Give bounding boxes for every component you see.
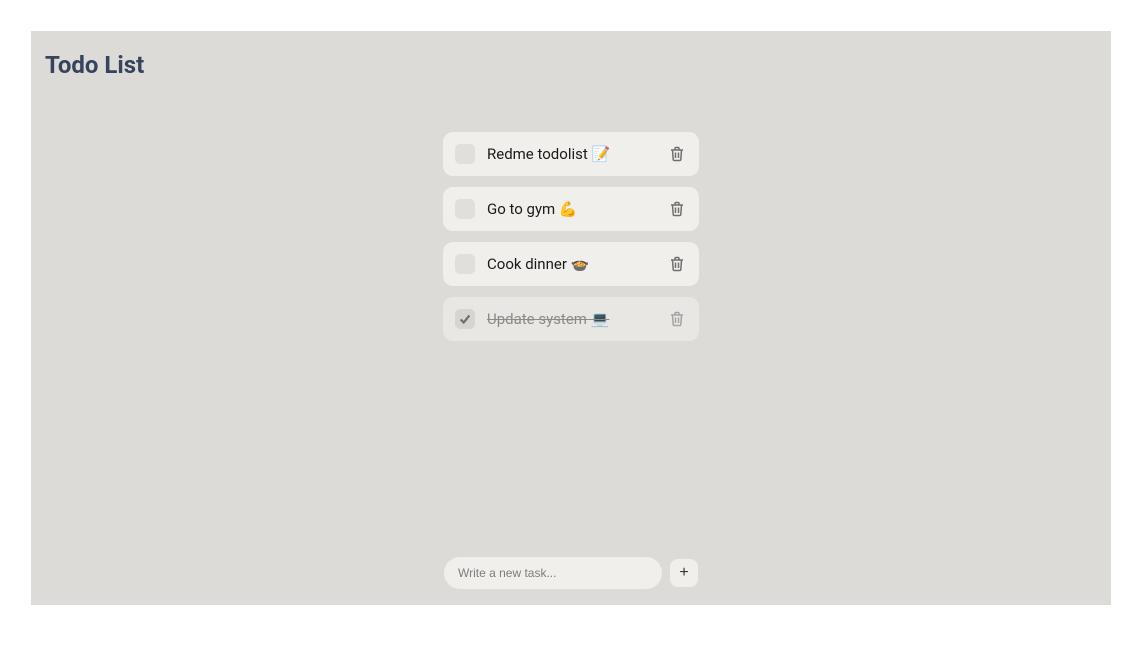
new-task-input[interactable] (444, 557, 662, 589)
todo-text: Cook dinner 🍲 (487, 255, 667, 273)
trash-icon (670, 311, 684, 327)
todo-item: Redme todolist 📝 (443, 132, 699, 176)
todo-checkbox[interactable] (455, 309, 475, 329)
add-task-button[interactable]: + (670, 559, 698, 587)
app-container: Todo List Redme todolist 📝 Go to gym 💪 Coo… (31, 31, 1111, 605)
check-icon (458, 312, 472, 326)
delete-task-button[interactable] (667, 199, 687, 219)
trash-icon (670, 146, 684, 162)
todo-text: Go to gym 💪 (487, 200, 667, 218)
todo-checkbox[interactable] (455, 199, 475, 219)
todo-text: Update system 💻 (487, 310, 667, 328)
delete-task-button[interactable] (667, 254, 687, 274)
input-row: + (444, 557, 698, 589)
todo-item: Go to gym 💪 (443, 187, 699, 231)
todo-item: Update system 💻 (443, 297, 699, 341)
todo-text: Redme todolist 📝 (487, 145, 667, 163)
todo-item: Cook dinner 🍲 (443, 242, 699, 286)
trash-icon (670, 256, 684, 272)
todo-checkbox[interactable] (455, 144, 475, 164)
delete-task-button[interactable] (667, 309, 687, 329)
delete-task-button[interactable] (667, 144, 687, 164)
todo-list: Redme todolist 📝 Go to gym 💪 Cook dinner 🍲… (443, 132, 699, 341)
page-title: Todo List (31, 31, 1111, 79)
todo-checkbox[interactable] (455, 254, 475, 274)
trash-icon (670, 201, 684, 217)
